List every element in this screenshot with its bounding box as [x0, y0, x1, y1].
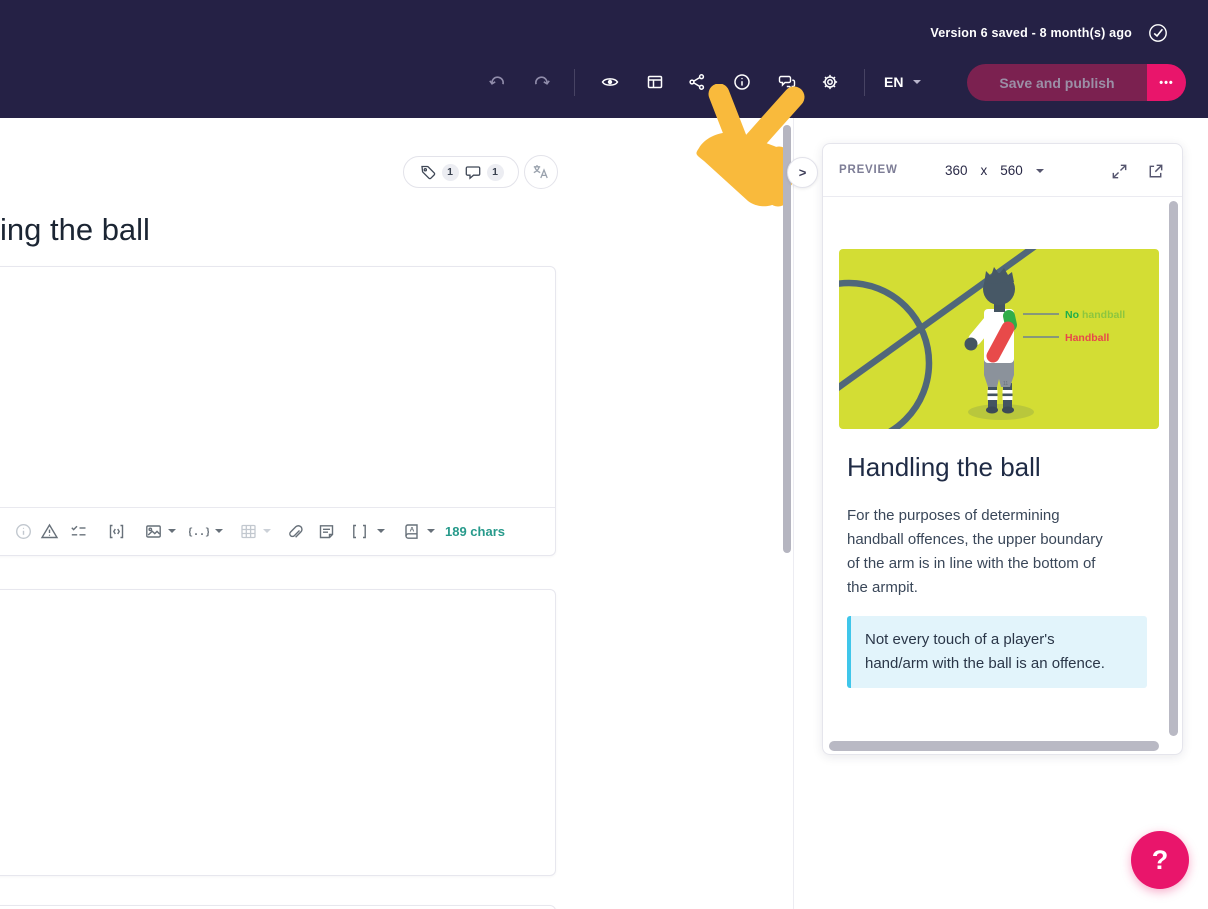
editor-scrollbar[interactable] [783, 125, 791, 553]
viewport-separator: x [980, 163, 988, 178]
open-in-new-window-icon[interactable] [1145, 161, 1165, 181]
chevron-down-icon[interactable] [377, 529, 385, 533]
viewport-height: 560 [1000, 163, 1023, 178]
language-selector[interactable]: EN [884, 70, 922, 94]
translate-icon[interactable] [524, 155, 558, 189]
warning-icon[interactable] [39, 521, 59, 541]
attachment-icon[interactable] [284, 521, 304, 541]
slide-title: Handling the ball [847, 452, 1041, 482]
preview-vertical-scrollbar[interactable] [1169, 201, 1178, 736]
slide-callout: Not every touch of a player's hand/arm w… [847, 616, 1147, 688]
viewport-width: 360 [945, 163, 968, 178]
text-block-card: {..} A 189 chars [0, 266, 556, 556]
tags-comments-pill[interactable]: 1 1 [403, 156, 519, 188]
comment-icon [464, 163, 482, 181]
svg-text:11: 11 [1003, 381, 1008, 387]
chevron-down-icon [1035, 168, 1044, 173]
saved-check-icon [1147, 22, 1169, 44]
glossary-icon[interactable]: A [401, 521, 421, 541]
redo-icon[interactable] [524, 64, 560, 100]
next-block-card [0, 905, 556, 909]
toolbar-separator [574, 69, 575, 96]
preview-eye-icon[interactable] [592, 64, 628, 100]
brackets-icon[interactable] [349, 521, 369, 541]
preview-header: PREVIEW 360 x 560 [823, 144, 1182, 197]
language-label: EN [884, 74, 904, 90]
collapse-preview-button[interactable]: > [787, 157, 818, 188]
chevron-down-icon[interactable] [427, 529, 435, 533]
viewport-size-selector[interactable]: 360 x 560 [945, 144, 1044, 197]
slide-paragraph: For the purposes of determining handball… [847, 507, 1103, 596]
comment-count-badge: 1 [486, 163, 504, 181]
topbar: Version 6 saved - 8 month(s) ago EN Save… [0, 0, 1208, 118]
media-block-card [0, 589, 556, 876]
svg-text:Nohandball: Nohandball [1065, 309, 1125, 321]
slide-image: No handball Handball 11 [839, 249, 1159, 429]
expand-preview-icon[interactable] [1109, 161, 1129, 181]
comments-icon[interactable] [769, 64, 805, 100]
chevron-down-icon[interactable] [168, 529, 176, 533]
settings-gear-icon[interactable] [812, 64, 848, 100]
share-icon[interactable] [679, 64, 715, 100]
character-count: 189 chars [445, 524, 505, 539]
preview-panel: PREVIEW 360 x 560 No handball Handball 1… [822, 143, 1183, 755]
svg-text:{..}: {..} [189, 527, 209, 538]
preview-horizontal-scrollbar[interactable] [829, 741, 1159, 751]
lesson-title[interactable]: ing the ball [0, 212, 150, 248]
save-and-publish-button[interactable]: Save and publish [967, 64, 1147, 101]
app-window: Version 6 saved - 8 month(s) ago EN Save… [0, 0, 1208, 909]
layout-icon[interactable] [637, 64, 673, 100]
checklist-icon[interactable] [68, 521, 88, 541]
image-insert-icon[interactable] [143, 521, 163, 541]
tag-icon [419, 163, 437, 181]
panel-divider [793, 118, 794, 909]
svg-text:Handball: Handball [1065, 332, 1109, 344]
code-block-icon[interactable] [106, 521, 126, 541]
toolbar-separator [864, 69, 865, 96]
help-button[interactable]: ? [1131, 831, 1189, 889]
block-info-icon [13, 521, 33, 541]
text-block-toolbar: {..} A 189 chars [0, 507, 555, 555]
chevron-down-icon[interactable] [215, 529, 223, 533]
undo-icon[interactable] [479, 64, 515, 100]
version-status: Version 6 saved - 8 month(s) ago [930, 26, 1132, 40]
chevron-down-icon [913, 80, 922, 84]
svg-text:A: A [409, 526, 414, 533]
note-icon[interactable] [316, 521, 336, 541]
info-icon[interactable] [724, 64, 760, 100]
tag-count-badge: 1 [441, 163, 459, 181]
more-options-button[interactable]: ••• [1147, 64, 1186, 101]
chevron-down-icon [263, 529, 271, 533]
table-icon [238, 521, 258, 541]
variables-icon[interactable]: {..} [189, 521, 209, 541]
preview-title: PREVIEW [839, 164, 898, 176]
